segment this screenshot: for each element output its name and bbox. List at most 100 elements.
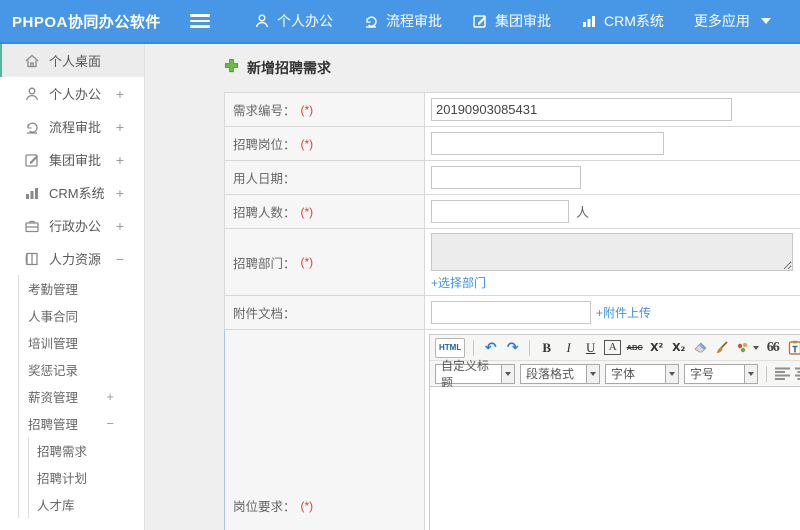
collapse-minus-icon[interactable]: − bbox=[116, 251, 144, 267]
caret-down-icon[interactable] bbox=[744, 363, 758, 384]
required-mark: (*) bbox=[300, 498, 314, 513]
sidebar-item-label: 人力资源 bbox=[49, 252, 102, 267]
nav-group-approval[interactable]: 集团审批 bbox=[464, 11, 559, 31]
headcount-input[interactable] bbox=[431, 200, 569, 223]
form-row-headcount: 招聘人数： (*) 人 bbox=[224, 195, 800, 229]
paragraph-format-dropdown[interactable]: 段落格式 bbox=[520, 363, 600, 384]
sidebar-item-recruit-management[interactable]: 招聘管理 − bbox=[19, 410, 144, 437]
eraser-icon[interactable] bbox=[692, 338, 709, 358]
sidebar-item-workflow-approval[interactable]: 流程审批 + bbox=[0, 110, 144, 143]
page-title-text: 新增招聘需求 bbox=[247, 60, 331, 76]
superscript-button[interactable]: X² bbox=[648, 338, 665, 358]
form-row-position-requirements: 岗位要求： (*) HTML ↶ ↷ B I U A ABC X² X₂ 66 … bbox=[224, 330, 800, 530]
expand-plus-icon[interactable]: + bbox=[116, 86, 144, 102]
strikethrough-button[interactable]: ABC bbox=[626, 338, 643, 358]
sidebar-item-label: 集团审批 bbox=[49, 153, 102, 168]
format-brush-icon[interactable] bbox=[714, 338, 731, 358]
field-label: 岗位要求： bbox=[233, 500, 296, 514]
caret-down-icon[interactable] bbox=[501, 363, 515, 384]
nav-label: 集团审批 bbox=[495, 13, 551, 29]
sidebar-item-recruit-requirement[interactable]: 招聘需求 bbox=[29, 437, 144, 464]
toolbar-separator bbox=[473, 339, 475, 356]
sidebar-item-attendance-management[interactable]: 考勤管理 bbox=[19, 275, 144, 302]
required-mark: (*) bbox=[300, 255, 314, 269]
bold-button[interactable]: B bbox=[538, 338, 555, 358]
attachment-input[interactable] bbox=[431, 301, 591, 324]
required-mark: (*) bbox=[300, 136, 314, 151]
expand-plus-icon[interactable]: + bbox=[116, 152, 144, 168]
sidebar-item-personal-desktop[interactable]: 个人桌面 bbox=[0, 44, 144, 77]
recruit-submenu: 招聘需求 招聘计划 人才库 bbox=[28, 437, 144, 518]
recruit-department-textarea[interactable] bbox=[431, 233, 793, 271]
caret-down-icon[interactable] bbox=[586, 363, 600, 384]
align-center-icon[interactable] bbox=[795, 367, 800, 380]
sidebar-item-reward-punishment[interactable]: 奖惩记录 bbox=[19, 356, 144, 383]
sidebar-item-label: 行政办公 bbox=[49, 219, 102, 234]
undo-button[interactable]: ↶ bbox=[482, 338, 499, 358]
select-department-link[interactable]: +选择部门 bbox=[431, 274, 486, 291]
paint-color-icon[interactable] bbox=[736, 338, 760, 358]
top-header-bar: PHPOA协同办公软件 个人办公 流程审批 集团审批 CRM系统 更多应用 bbox=[0, 0, 800, 44]
nav-workflow-approval[interactable]: 流程审批 bbox=[355, 11, 450, 31]
add-plus-icon bbox=[224, 58, 239, 78]
custom-title-dropdown[interactable]: 自定义标题 bbox=[435, 359, 515, 390]
edit-icon bbox=[24, 152, 40, 168]
recruit-requirement-form: 需求编号： (*) 招聘岗位： (*) 用人日期： bbox=[224, 92, 800, 530]
sidebar-item-salary-management[interactable]: 薪资管理 + bbox=[19, 383, 144, 410]
expand-plus-icon[interactable]: + bbox=[116, 119, 144, 135]
nav-more-apps[interactable]: 更多应用 bbox=[686, 11, 779, 31]
sidebar-item-recruit-plan[interactable]: 招聘计划 bbox=[29, 464, 144, 491]
underline-button[interactable]: U bbox=[582, 338, 599, 358]
form-row-hire-date: 用人日期： bbox=[224, 161, 800, 195]
blockquote-button[interactable]: 66 bbox=[764, 338, 781, 358]
hamburger-menu-icon[interactable] bbox=[190, 14, 210, 28]
nav-label: 更多应用 bbox=[693, 13, 750, 29]
main-content: 新增招聘需求 需求编号： (*) 招聘岗位： (*) bbox=[146, 44, 800, 530]
html-source-button[interactable]: HTML bbox=[435, 337, 466, 358]
sidebar-item-admin-office[interactable]: 行政办公 + bbox=[0, 209, 144, 242]
expand-plus-icon[interactable]: + bbox=[106, 389, 144, 404]
expand-plus-icon[interactable]: + bbox=[116, 218, 144, 234]
sidebar-item-group-approval[interactable]: 集团审批 + bbox=[0, 143, 144, 176]
paste-text-icon[interactable] bbox=[786, 338, 800, 358]
hire-date-input[interactable] bbox=[431, 166, 581, 189]
recruit-position-input[interactable] bbox=[431, 132, 664, 155]
editor-toolbar-row2: 自定义标题 段落格式 字体 字号 bbox=[430, 359, 800, 390]
flow-icon bbox=[363, 13, 379, 29]
hr-submenu: 考勤管理 人事合同 培训管理 奖惩记录 薪资管理 + 招聘管理 − 招聘需求 招… bbox=[18, 275, 144, 518]
sidebar-item-label: 个人办公 bbox=[49, 87, 102, 102]
caret-down-icon[interactable] bbox=[665, 363, 679, 384]
requirement-no-input[interactable] bbox=[431, 98, 732, 121]
font-style-button[interactable]: A bbox=[604, 340, 622, 355]
form-row-requirement-no: 需求编号： (*) bbox=[224, 93, 800, 127]
sidebar-item-personal-office[interactable]: 个人办公 + bbox=[0, 77, 144, 110]
align-left-icon[interactable] bbox=[775, 367, 790, 380]
app-window: PHPOA协同办公软件 个人办公 流程审批 集团审批 CRM系统 更多应用 个人… bbox=[0, 0, 800, 530]
form-row-attachment: 附件文档： +附件上传 bbox=[224, 296, 800, 330]
flow-icon bbox=[24, 119, 40, 135]
expand-plus-icon[interactable]: + bbox=[116, 185, 144, 201]
briefcase-icon bbox=[24, 218, 40, 234]
sidebar-item-training-management[interactable]: 培训管理 bbox=[19, 329, 144, 356]
redo-button[interactable]: ↷ bbox=[504, 338, 521, 358]
collapse-minus-icon[interactable]: − bbox=[106, 416, 144, 431]
nav-label: 个人办公 bbox=[277, 13, 333, 29]
attachment-upload-link[interactable]: +附件上传 bbox=[596, 304, 651, 321]
field-label: 用人日期： bbox=[233, 172, 296, 186]
font-size-dropdown[interactable]: 字号 bbox=[684, 363, 758, 384]
italic-button[interactable]: I bbox=[560, 338, 577, 358]
sidebar-item-personnel-contract[interactable]: 人事合同 bbox=[19, 302, 144, 329]
field-label: 招聘岗位： bbox=[233, 138, 296, 152]
sidebar-item-crm-system[interactable]: CRM系统 + bbox=[0, 176, 144, 209]
user-icon bbox=[24, 86, 40, 102]
subscript-button[interactable]: X₂ bbox=[670, 338, 687, 358]
caret-down-icon bbox=[760, 18, 771, 24]
sidebar-item-talent-pool[interactable]: 人才库 bbox=[29, 491, 144, 518]
editor-content-area[interactable] bbox=[430, 387, 800, 530]
page-title: 新增招聘需求 bbox=[224, 58, 800, 78]
toolbar-separator bbox=[529, 339, 531, 356]
nav-crm-system[interactable]: CRM系统 bbox=[573, 11, 672, 31]
nav-personal-office[interactable]: 个人办公 bbox=[246, 11, 341, 31]
font-family-dropdown[interactable]: 字体 bbox=[605, 363, 679, 384]
sidebar-item-human-resources[interactable]: 人力资源 − bbox=[0, 242, 144, 275]
